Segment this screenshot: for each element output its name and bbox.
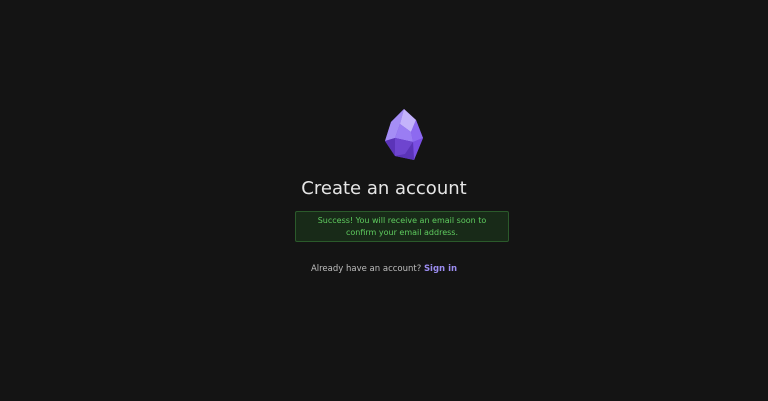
crystal-gem-icon (383, 108, 425, 162)
signup-page: Create an account Success! You will rece… (0, 0, 768, 401)
sign-in-link[interactable]: Sign in (424, 264, 457, 274)
page-title: Create an account (301, 178, 467, 199)
success-alert: Success! You will receive an email soon … (295, 211, 509, 242)
sign-in-prompt: Already have an account? Sign in (0, 263, 768, 275)
sign-in-prompt-text: Already have an account? (310, 264, 422, 274)
success-message: Success! You will receive an email soon … (317, 216, 487, 237)
